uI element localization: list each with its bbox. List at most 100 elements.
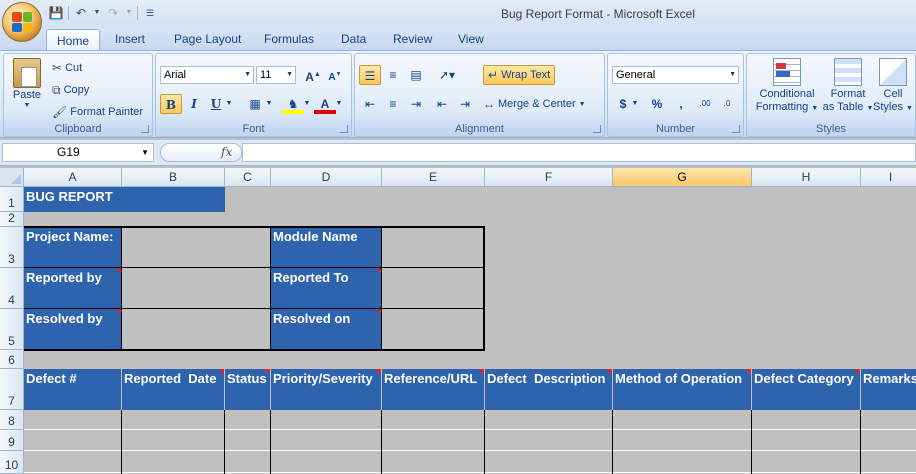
- formula-input[interactable]: [242, 143, 916, 162]
- column-header-a[interactable]: A: [24, 168, 122, 187]
- row-header-3[interactable]: 3: [0, 227, 24, 268]
- italic-button[interactable]: I: [183, 94, 205, 114]
- row-header-1[interactable]: 1: [0, 187, 24, 212]
- font-size-select[interactable]: 11 ▼: [256, 66, 296, 84]
- header-remarks[interactable]: Remarks: [861, 369, 916, 410]
- column-header-e[interactable]: E: [382, 168, 485, 187]
- column-header-b[interactable]: B: [122, 168, 225, 187]
- cell-resolved-on-value[interactable]: [382, 309, 484, 350]
- font-color-dropdown[interactable]: ▼: [334, 94, 344, 114]
- underline-dropdown[interactable]: ▼: [224, 94, 234, 114]
- column-header-d[interactable]: D: [271, 168, 382, 187]
- tab-insert[interactable]: Insert: [105, 28, 155, 50]
- comma-button[interactable]: ,: [670, 94, 692, 114]
- cell-a1-title[interactable]: BUG REPORT: [24, 187, 225, 212]
- row-header-4[interactable]: 4: [0, 268, 24, 309]
- tab-page-layout[interactable]: Page Layout: [164, 28, 251, 50]
- fill-color-dropdown[interactable]: ▼: [302, 94, 312, 114]
- cell-module-name[interactable]: Module Name: [271, 227, 382, 268]
- currency-dropdown[interactable]: ▼: [630, 94, 640, 114]
- tab-formulas[interactable]: Formulas: [254, 28, 324, 50]
- tab-review[interactable]: Review: [383, 28, 442, 50]
- number-launcher-icon[interactable]: [732, 125, 740, 133]
- insert-function-button[interactable]: fx: [160, 143, 242, 162]
- borders-dropdown[interactable]: ▼: [264, 94, 274, 114]
- format-as-table-button[interactable]: Format as Table ▼: [823, 58, 873, 115]
- row-header-6[interactable]: 6: [0, 350, 24, 369]
- column-header-c[interactable]: C: [225, 168, 271, 187]
- cell-project-name[interactable]: Project Name:: [24, 227, 122, 268]
- cell-reported-to[interactable]: Reported To: [271, 268, 382, 309]
- row-header-8[interactable]: 8: [0, 410, 24, 430]
- cell-resolved-by-value[interactable]: [122, 309, 271, 350]
- alignment-launcher-icon[interactable]: [593, 125, 601, 133]
- grow-font-button[interactable]: A▲: [302, 65, 324, 85]
- column-header-g[interactable]: G: [613, 168, 752, 187]
- font-group-label: Font: [242, 123, 265, 135]
- tab-data[interactable]: Data: [331, 28, 376, 50]
- copy-button[interactable]: ⧉ Copy: [52, 82, 89, 98]
- header-defect-number[interactable]: Defect #: [24, 369, 121, 410]
- worksheet-grid[interactable]: BUG REPORT Project Name: Module Name Rep…: [24, 187, 916, 474]
- column-header-i[interactable]: I: [861, 168, 916, 187]
- row-header-9[interactable]: 9: [0, 430, 24, 451]
- bold-button[interactable]: B: [160, 94, 182, 114]
- decrease-decimal-button[interactable]: .0: [716, 94, 738, 114]
- clipboard-launcher-icon[interactable]: [141, 125, 149, 133]
- row-header-2[interactable]: 2: [0, 211, 24, 227]
- shrink-font-icon: A▼: [328, 72, 342, 84]
- top-align-button[interactable]: ☰: [359, 65, 381, 85]
- number-format-select[interactable]: General ▼: [612, 66, 739, 84]
- borders-button[interactable]: ▦: [244, 94, 266, 114]
- name-box[interactable]: G19 ▼: [2, 143, 154, 162]
- wrap-text-button[interactable]: ↵ Wrap Text: [483, 65, 556, 85]
- cut-button[interactable]: ✂ Cut: [52, 60, 82, 76]
- header-method-of-operation[interactable]: Method of Operation: [613, 369, 751, 410]
- cell-module-name-value[interactable]: [382, 227, 484, 268]
- tab-view[interactable]: View: [448, 28, 494, 50]
- middle-align-button[interactable]: ≡: [382, 65, 404, 85]
- cell-project-name-value[interactable]: [122, 227, 271, 268]
- cell-resolved-by[interactable]: Resolved by: [24, 309, 122, 350]
- header-reference-url[interactable]: Reference/URL: [382, 369, 484, 410]
- increase-decimal-button[interactable]: .00: [694, 94, 716, 114]
- merge-center-button[interactable]: ↔ Merge & Center ▼: [483, 96, 586, 112]
- align-left-button[interactable]: ⇤: [359, 94, 381, 114]
- decrease-indent-button[interactable]: ⇤: [431, 94, 453, 114]
- header-reported-date[interactable]: Reported Date: [122, 369, 224, 410]
- cell-reported-by-value[interactable]: [122, 268, 271, 309]
- font-color-button[interactable]: A: [314, 94, 336, 114]
- increase-indent-button[interactable]: ⇥: [454, 94, 476, 114]
- font-name-select[interactable]: Arial ▼: [160, 66, 254, 84]
- cell-reported-by[interactable]: Reported by: [24, 268, 122, 309]
- office-button[interactable]: [2, 2, 42, 42]
- cell-reported-to-value[interactable]: [382, 268, 484, 309]
- fill-color-button[interactable]: ♞: [282, 94, 304, 114]
- shrink-font-button[interactable]: A▼: [324, 65, 346, 85]
- align-right-button[interactable]: ⇥: [405, 94, 427, 114]
- cell-styles-button[interactable]: Cell Styles ▼: [873, 58, 913, 115]
- paste-button[interactable]: Paste ▼: [7, 58, 47, 118]
- align-right-icon: ⇥: [410, 97, 422, 111]
- row-header-7[interactable]: 7: [0, 369, 24, 410]
- format-painter-button[interactable]: 🖌 Format Painter: [52, 104, 143, 120]
- header-defect-description[interactable]: Defect Description: [485, 369, 612, 410]
- conditional-formatting-button[interactable]: Conditional Formatting ▼: [751, 58, 823, 115]
- select-all-button[interactable]: [0, 168, 24, 187]
- row-header-5[interactable]: 5: [0, 309, 24, 350]
- tab-home[interactable]: Home: [46, 29, 101, 51]
- percent-button[interactable]: %: [646, 94, 668, 114]
- header-status[interactable]: Status: [225, 369, 270, 410]
- table-border: [24, 308, 484, 309]
- column-header-f[interactable]: F: [485, 168, 613, 187]
- cell-resolved-on[interactable]: Resolved on: [271, 309, 382, 350]
- column-header-h[interactable]: H: [752, 168, 861, 187]
- header-priority-severity[interactable]: Priority/Severity: [271, 369, 381, 410]
- header-defect-category[interactable]: Defect Category: [752, 369, 860, 410]
- font-launcher-icon[interactable]: [340, 125, 348, 133]
- orientation-button[interactable]: ➚▾: [433, 65, 461, 85]
- row-header-10[interactable]: 10: [0, 451, 24, 474]
- bottom-align-button[interactable]: ▤: [405, 65, 427, 85]
- align-center-button[interactable]: ≡: [382, 94, 404, 114]
- font-color-icon: A: [320, 97, 330, 111]
